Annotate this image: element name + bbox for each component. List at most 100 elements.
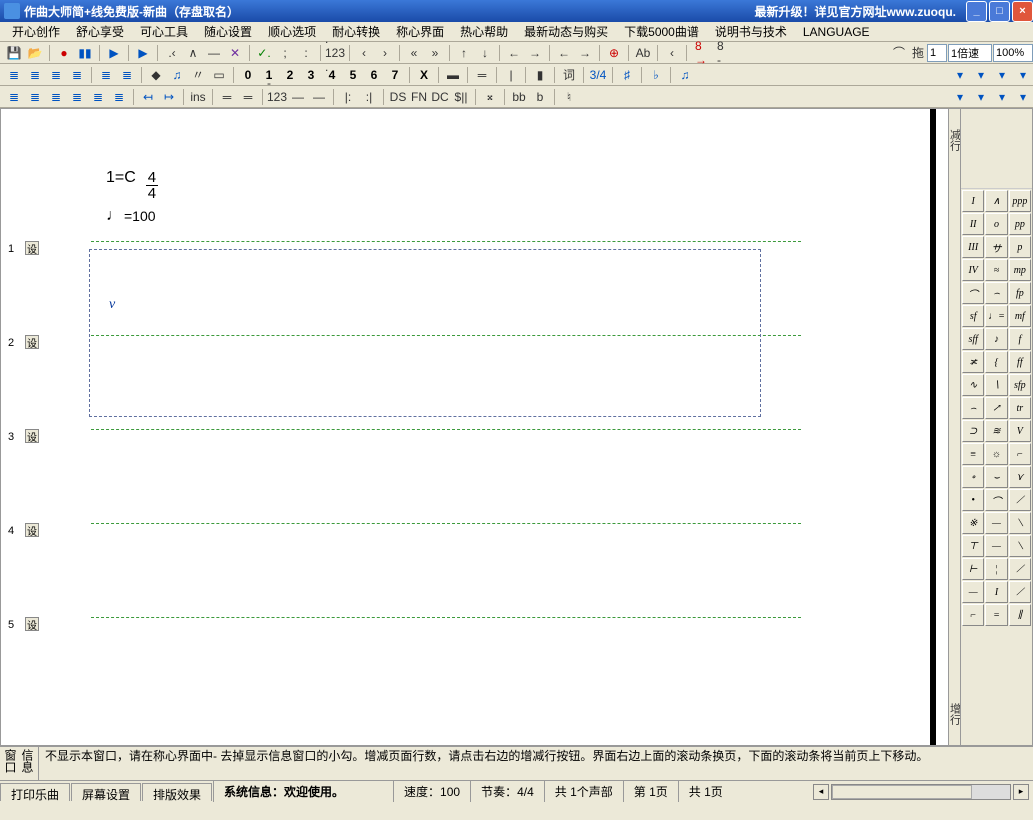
- hscroll-rail[interactable]: [831, 784, 1011, 800]
- palette-cell-8[interactable]: p: [1009, 236, 1031, 258]
- tool-up2[interactable]: ↑: [454, 44, 474, 62]
- tool-123[interactable]: . 123 .: [325, 44, 345, 62]
- palette-cell-39[interactable]: •: [962, 489, 984, 511]
- staff-icon-6[interactable]: ≣: [117, 66, 137, 84]
- palette-cell-54[interactable]: ⌐: [962, 604, 984, 626]
- hscroll-handle[interactable]: [832, 785, 972, 799]
- palette-cell-50[interactable]: ⟋: [1009, 558, 1031, 580]
- record-icon[interactable]: ●: [54, 44, 74, 62]
- palette-cell-18[interactable]: sff: [962, 328, 984, 350]
- tb3-bb[interactable]: bb: [509, 88, 529, 106]
- tb3-eq1[interactable]: ═: [217, 88, 237, 106]
- dropdown-3[interactable]: ▾: [992, 66, 1012, 84]
- staff-icon-5[interactable]: ≣: [96, 66, 116, 84]
- canvas[interactable]: 1=C 4 4 ♩ =100 1 设 2 设 3 设 4 设 5 设 v: [1, 109, 948, 745]
- tool-bpipe[interactable]: ▮: [530, 66, 550, 84]
- palette-cell-51[interactable]: —: [962, 581, 984, 603]
- palette-cell-32[interactable]: V: [1009, 420, 1031, 442]
- tool-bracket-l[interactable]: ←: [554, 44, 574, 62]
- palette-cell-2[interactable]: ppp: [1009, 190, 1031, 212]
- tb3-dsharp[interactable]: 𝄪: [480, 88, 500, 106]
- staff-icon-1[interactable]: ≣: [4, 66, 24, 84]
- tool-pipe[interactable]: |: [501, 66, 521, 84]
- digit-3[interactable]: 3: [301, 66, 321, 84]
- palette-cell-9[interactable]: IV: [962, 259, 984, 281]
- palette-cell-4[interactable]: o: [985, 213, 1007, 235]
- palette-cell-30[interactable]: ⊃: [962, 420, 984, 442]
- tool-lt[interactable]: ‹: [662, 44, 682, 62]
- tool-X[interactable]: X: [414, 66, 434, 84]
- tool-right3[interactable]: →: [525, 44, 545, 62]
- play2-icon[interactable]: ▶: [133, 44, 153, 62]
- tb3-dc[interactable]: DC: [430, 88, 450, 106]
- menu-enjoy[interactable]: 舒心享受: [68, 21, 132, 42]
- dropdown-2[interactable]: ▾: [971, 66, 991, 84]
- staff-icon-4[interactable]: ≣: [67, 66, 87, 84]
- palette-cell-22[interactable]: {: [985, 351, 1007, 373]
- menu-options[interactable]: 顺心选项: [260, 21, 324, 42]
- palette-cell-33[interactable]: ≡: [962, 443, 984, 465]
- palette-cell-45[interactable]: ⊤: [962, 535, 984, 557]
- menu-help[interactable]: 热心帮助: [452, 21, 516, 42]
- tool-rightdb[interactable]: »: [425, 44, 445, 62]
- palette-cell-52[interactable]: I: [985, 581, 1007, 603]
- tool-left3[interactable]: ←: [504, 44, 524, 62]
- tuo-input[interactable]: [927, 44, 947, 62]
- tool-leftb[interactable]: ‹: [354, 44, 374, 62]
- palette-cell-26[interactable]: sfp: [1009, 374, 1031, 396]
- palette-cell-24[interactable]: ∿: [962, 374, 984, 396]
- staff-icon-3[interactable]: ≣: [46, 66, 66, 84]
- hscroll-left[interactable]: ◂: [813, 784, 829, 800]
- tool-slash[interactable]: 〃: [188, 66, 208, 84]
- tb3-ins[interactable]: ins: [188, 88, 208, 106]
- tb3-staff6[interactable]: ≣: [109, 88, 129, 106]
- tool-leftdb[interactable]: «: [404, 44, 424, 62]
- palette-cell-35[interactable]: ⌐: [1009, 443, 1031, 465]
- palette-cell-13[interactable]: ⌢: [985, 282, 1007, 304]
- tool-ab[interactable]: Ab: [633, 44, 653, 62]
- tb3-dash[interactable]: —: [288, 88, 308, 106]
- tb3-rep1[interactable]: |:: [338, 88, 358, 106]
- close-button[interactable]: ×: [1012, 1, 1033, 22]
- tb3-staff2[interactable]: ≣: [25, 88, 45, 106]
- menu-layout[interactable]: 称心界面: [388, 21, 452, 42]
- palette-cell-44[interactable]: ⟍: [1009, 512, 1031, 534]
- palette-cell-5[interactable]: pp: [1009, 213, 1031, 235]
- palette-cell-25[interactable]: ∖: [985, 374, 1007, 396]
- palette-cell-31[interactable]: ≋: [985, 420, 1007, 442]
- tb3-fn[interactable]: FN: [409, 88, 429, 106]
- digit-4[interactable]: 4: [322, 66, 342, 84]
- palette-cell-48[interactable]: ⊢: [962, 558, 984, 580]
- tool-diamond[interactable]: ◆: [146, 66, 166, 84]
- tb3-ds[interactable]: DS: [388, 88, 408, 106]
- tool-sharp[interactable]: ♯: [617, 66, 637, 84]
- tb3-left[interactable]: ↤: [138, 88, 158, 106]
- palette-cell-0[interactable]: I: [962, 190, 984, 212]
- palette-cell-38[interactable]: ⋎: [1009, 466, 1031, 488]
- tool-eighth[interactable]: ♫: [675, 66, 695, 84]
- menu-language[interactable]: LANGUAGE: [795, 23, 878, 41]
- tb3-rep2[interactable]: :|: [359, 88, 379, 106]
- tool-8minus[interactable]: 8 →: [691, 44, 711, 62]
- palette-cell-11[interactable]: mp: [1009, 259, 1031, 281]
- bars-icon[interactable]: ▮▮: [75, 44, 95, 62]
- digit-7[interactable]: 7: [385, 66, 405, 84]
- dropdown-b3[interactable]: ▾: [992, 88, 1012, 106]
- palette-cell-53[interactable]: ⟋: [1009, 581, 1031, 603]
- palette-cell-55[interactable]: =: [985, 604, 1007, 626]
- palette-cell-21[interactable]: ≭: [962, 351, 984, 373]
- palette-cell-20[interactable]: f: [1009, 328, 1031, 350]
- palette-cell-40[interactable]: ⌒: [985, 489, 1007, 511]
- digit-5[interactable]: 5: [343, 66, 363, 84]
- palette-cell-6[interactable]: III: [962, 236, 984, 258]
- row-config-3[interactable]: 设: [25, 429, 39, 443]
- palette-cell-12[interactable]: ⌒: [962, 282, 984, 304]
- palette-cell-17[interactable]: mf: [1009, 305, 1031, 327]
- palette-cell-1[interactable]: ∧: [985, 190, 1007, 212]
- palette-cell-7[interactable]: サ: [985, 236, 1007, 258]
- tool-eq[interactable]: ═: [472, 66, 492, 84]
- minimize-button[interactable]: _: [966, 1, 987, 22]
- tb3-dash2[interactable]: —: [309, 88, 329, 106]
- digit-0[interactable]: 0: [238, 66, 258, 84]
- menu-news[interactable]: 最新动态与购买: [516, 21, 616, 42]
